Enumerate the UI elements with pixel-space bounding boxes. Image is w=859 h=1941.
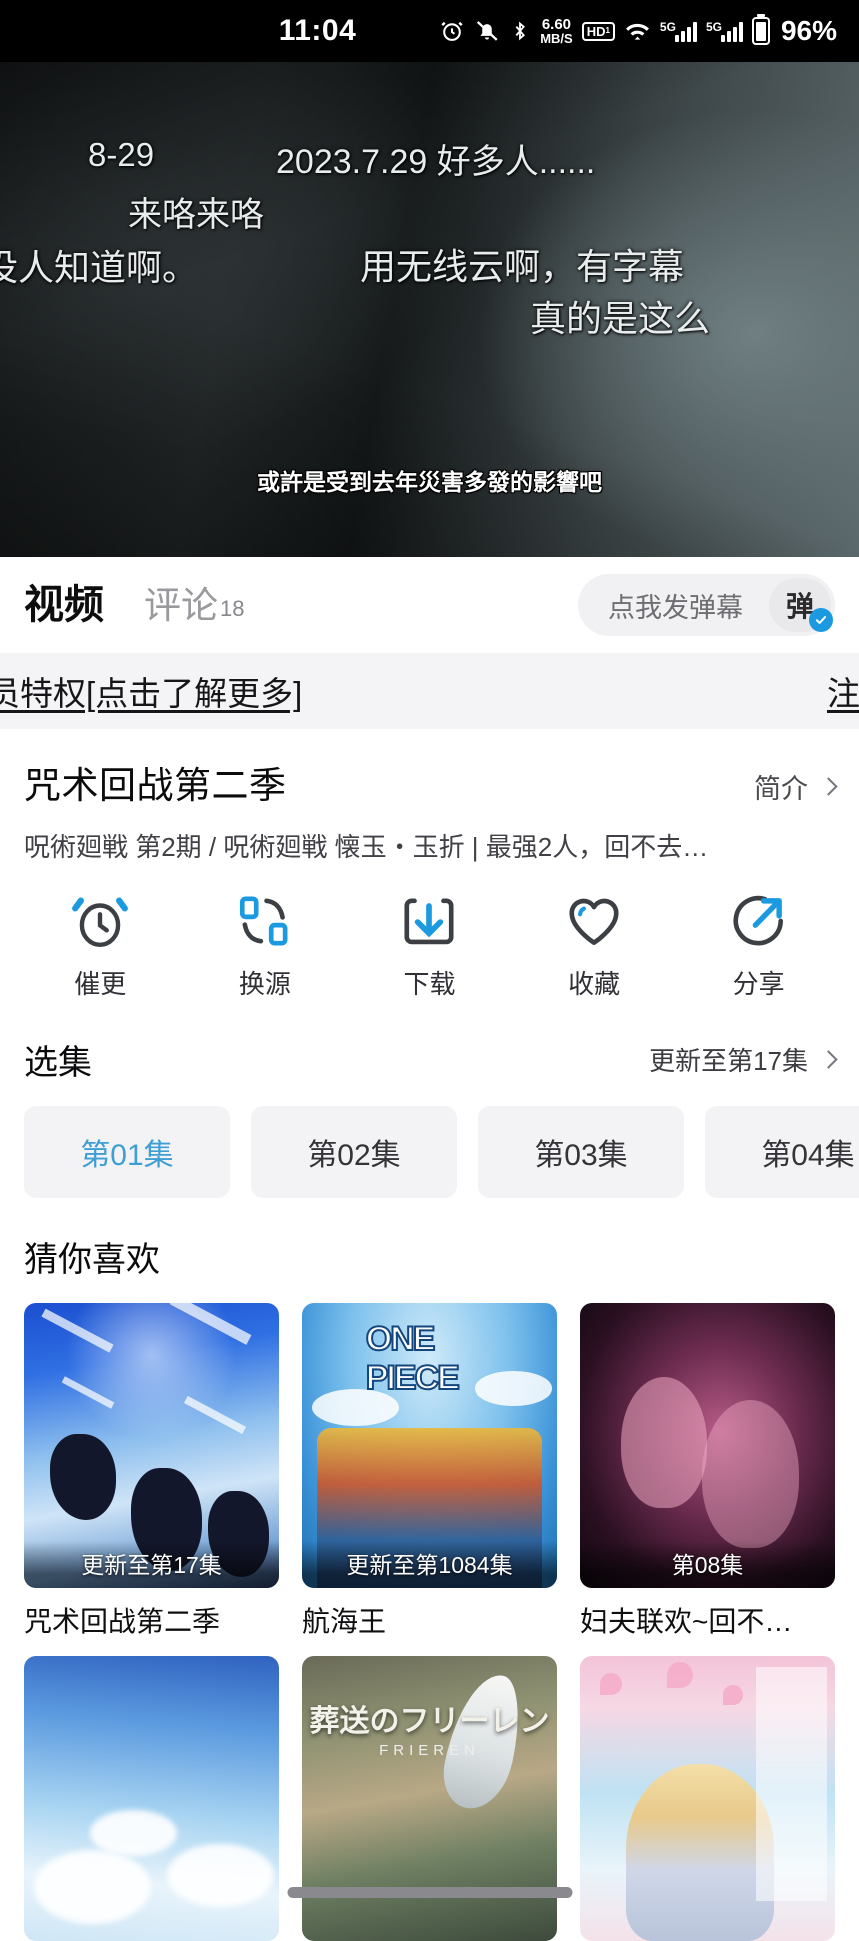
action-label: 催更 bbox=[74, 969, 127, 999]
content-tab-bar: 视频 评论18 点我发弹幕 弹 bbox=[0, 557, 859, 653]
tab-comments-label: 评论 bbox=[144, 584, 218, 626]
alarm-clock-icon bbox=[69, 890, 131, 952]
one-piece-logo: ONE PIECE bbox=[365, 1319, 461, 1398]
wifi-icon bbox=[624, 18, 651, 45]
one-piece-poster: ONE PIECE 更新至第1084集 bbox=[302, 1303, 557, 1588]
status-bar-icons: 6.60 MB/S HD 1 5G 5G 96% bbox=[439, 15, 837, 47]
card-title: 妇夫联欢~回不… bbox=[580, 1606, 793, 1637]
episodes-update-status-button[interactable]: 更新至第17集 bbox=[649, 1041, 838, 1078]
action-favorite[interactable]: 收藏 bbox=[512, 890, 677, 1001]
danmaku-enabled-check-icon bbox=[809, 608, 833, 632]
alarm-icon bbox=[439, 18, 465, 44]
tab-video[interactable]: 视频 bbox=[24, 585, 104, 625]
status-bar-clock: 11:04 bbox=[278, 14, 357, 47]
vip-promo-text[interactable]: 会员特权[点击了解更多] bbox=[0, 667, 302, 715]
tab-comments[interactable]: 评论18 bbox=[144, 587, 244, 624]
episodes-update-status: 更新至第17集 bbox=[649, 1046, 808, 1076]
blue-sky-poster bbox=[24, 1656, 279, 1941]
status-bar: 11:04 6.60 MB/S HD 1 5G 5G 96% bbox=[0, 0, 859, 62]
sakura-girl-poster bbox=[580, 1656, 835, 1941]
action-switch-source[interactable]: 换源 bbox=[183, 890, 348, 1001]
action-label: 收藏 bbox=[568, 969, 621, 999]
danmaku-toggle-button[interactable]: 弹 bbox=[769, 578, 833, 632]
signal-icon-2: 5G bbox=[706, 20, 743, 42]
recommendations-section: 猜你喜欢 更新至第17集 咒术回战第二季 ONE PIECE 更新至第1084集… bbox=[0, 1198, 859, 1941]
episode-chip-3[interactable]: 第03集 bbox=[478, 1106, 684, 1198]
action-label: 换源 bbox=[238, 969, 291, 999]
heart-icon bbox=[563, 890, 625, 952]
video-alias: 呪術廻戦 第2期 / 呪術廻戦 懐玉・玉折 | 最强2人，回不去… bbox=[24, 832, 709, 862]
danmaku-input-pill[interactable]: 点我发弹幕 弹 bbox=[578, 574, 835, 636]
recommendation-card[interactable] bbox=[24, 1656, 279, 1941]
battery-icon bbox=[751, 17, 770, 45]
danmaku-input-placeholder: 点我发弹幕 bbox=[608, 592, 743, 623]
action-label: 下载 bbox=[403, 969, 456, 999]
action-label: 分享 bbox=[732, 969, 785, 999]
bluetooth-icon bbox=[509, 18, 531, 44]
recommendation-card[interactable]: 葬送のフリーレン FRIEREN bbox=[302, 1656, 557, 1941]
card-title: 航海王 bbox=[302, 1606, 387, 1637]
share-icon bbox=[728, 890, 790, 952]
title-row: 咒术回战第二季 简介 bbox=[24, 755, 838, 809]
chevron-right-icon bbox=[819, 1050, 838, 1069]
recommendation-card[interactable]: 第08集 妇夫联欢~回不… bbox=[580, 1303, 835, 1640]
card-badge: 第08集 bbox=[580, 1541, 835, 1588]
card-badge: 更新至第1084集 bbox=[302, 1541, 557, 1588]
danmaku-comment: 没人知道啊。 bbox=[0, 247, 199, 288]
danmaku-comment: 真的是这么 bbox=[530, 298, 711, 339]
danmaku-comment: 2023.7.29 好多人...... bbox=[276, 143, 596, 181]
hd-voice-icon: HD 1 bbox=[581, 21, 615, 41]
recommendations-grid: 更新至第17集 咒术回战第二季 ONE PIECE 更新至第1084集 航海王 … bbox=[24, 1303, 835, 1941]
action-remind-update[interactable]: 催更 bbox=[18, 890, 183, 1001]
network-speed: 6.60 MB/S bbox=[540, 15, 573, 47]
download-icon bbox=[398, 890, 460, 952]
danmaku-comment: 来咯来咯 bbox=[128, 196, 264, 234]
action-share[interactable]: 分享 bbox=[676, 890, 841, 1001]
mute-bell-icon bbox=[474, 18, 500, 44]
home-indicator[interactable] bbox=[287, 1887, 572, 1898]
video-subtitle: 或許是受到去年災害多發的影響吧 bbox=[257, 469, 602, 495]
episode-chip-1[interactable]: 第01集 bbox=[24, 1106, 230, 1198]
brief-label: 简介 bbox=[754, 774, 808, 804]
page-title: 咒术回战第二季 bbox=[24, 765, 287, 806]
tab-comments-count: 18 bbox=[220, 595, 245, 621]
battery-percent: 96% bbox=[780, 15, 837, 46]
video-detail-header: 咒术回战第二季 简介 呪術廻戦 第2期 / 呪術廻戦 懐玉・玉折 | 最强2人，… bbox=[0, 729, 859, 864]
recommendations-title: 猜你喜欢 bbox=[24, 1241, 160, 1279]
episode-chip-2[interactable]: 第02集 bbox=[251, 1106, 457, 1198]
signal-icon-1: 5G bbox=[660, 20, 697, 42]
frieren-poster: 葬送のフリーレン FRIEREN bbox=[302, 1656, 557, 1941]
romance-anime-poster: 第08集 bbox=[580, 1303, 835, 1588]
video-player[interactable]: 8-29 2023.7.29 好多人...... 来咯来咯 没人知道啊。 用无线… bbox=[0, 62, 859, 557]
recommendation-card[interactable] bbox=[580, 1656, 835, 1941]
episode-chip-4[interactable]: 第04集 bbox=[705, 1106, 859, 1198]
switch-source-icon bbox=[234, 890, 296, 952]
danmaku-comment: 8-29 bbox=[88, 136, 155, 173]
episodes-section-header: 选集 更新至第17集 bbox=[0, 1005, 859, 1084]
danmaku-comment: 用无线云啊，有字幕 bbox=[360, 246, 685, 287]
recommendation-card[interactable]: 更新至第17集 咒术回战第二季 bbox=[24, 1303, 279, 1640]
jujutsu-kaisen-poster: 更新至第17集 bbox=[24, 1303, 279, 1588]
chevron-right-icon bbox=[819, 777, 838, 796]
episode-chip-list[interactable]: 第01集 第02集 第03集 第04集 bbox=[0, 1084, 859, 1198]
register-link[interactable]: 注册 bbox=[827, 667, 859, 715]
action-bar: 催更 换源 下载 收藏 分享 bbox=[0, 864, 859, 1005]
frieren-subtitle: FRIEREN bbox=[379, 1741, 480, 1759]
card-title: 咒术回战第二季 bbox=[24, 1606, 221, 1637]
action-download[interactable]: 下载 bbox=[347, 890, 512, 1001]
episodes-title: 选集 bbox=[24, 1044, 92, 1082]
card-badge: 更新至第17集 bbox=[24, 1541, 279, 1588]
brief-button[interactable]: 简介 bbox=[754, 767, 838, 806]
recommendation-card[interactable]: ONE PIECE 更新至第1084集 航海王 bbox=[302, 1303, 557, 1640]
frieren-title: 葬送のフリーレン bbox=[309, 1704, 550, 1738]
vip-promo-banner[interactable]: 会员特权[点击了解更多] 注册 bbox=[0, 653, 859, 729]
